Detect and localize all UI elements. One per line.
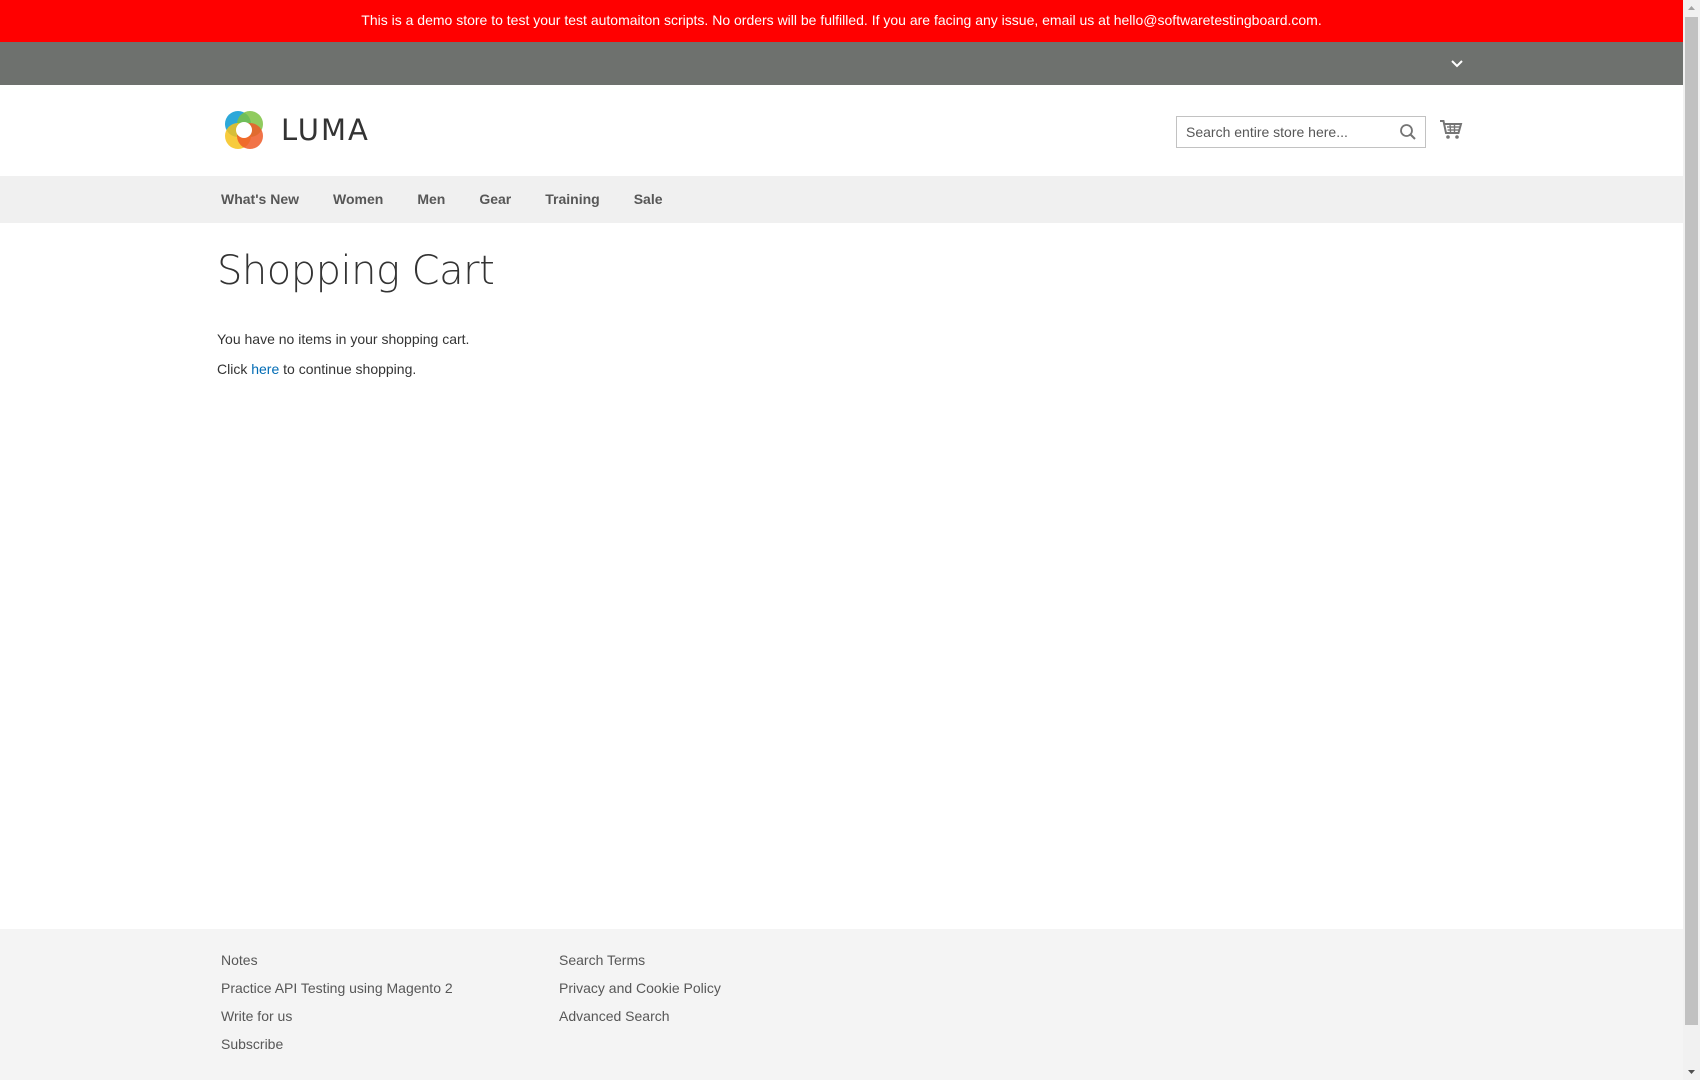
scroll-up-arrow-icon[interactable] — [1683, 0, 1700, 17]
scroll-down-arrow-icon[interactable] — [1683, 1063, 1700, 1080]
luma-logo-icon — [225, 111, 263, 149]
empty-cart-message: You have no items in your shopping cart. — [217, 331, 470, 347]
footer-links-column-1: Notes Practice API Testing using Magento… — [221, 946, 453, 1058]
site-footer: Notes Practice API Testing using Magento… — [0, 929, 1683, 1080]
site-header: LUMA — [0, 85, 1683, 176]
nav-item-whats-new[interactable]: What's New — [221, 176, 299, 223]
footer-links-column-2: Search Terms Privacy and Cookie Policy A… — [559, 946, 721, 1030]
panel-header-bar — [0, 42, 1683, 85]
chevron-down-icon[interactable] — [1448, 54, 1466, 72]
continue-shopping-link[interactable]: here — [251, 361, 279, 377]
nav-item-men[interactable]: Men — [417, 176, 445, 223]
footer-link-notes[interactable]: Notes — [221, 946, 453, 974]
demo-notice-text: This is a demo store to test your test a… — [361, 12, 1322, 28]
footer-link-privacy-policy[interactable]: Privacy and Cookie Policy — [559, 974, 721, 1002]
page-title: Shopping Cart — [217, 248, 495, 294]
logo-wordmark: LUMA — [281, 113, 370, 147]
nav-item-gear[interactable]: Gear — [479, 176, 511, 223]
main-navigation: What's New Women Men Gear Training Sale — [0, 176, 1683, 223]
footer-link-write-for-us[interactable]: Write for us — [221, 1002, 453, 1030]
scrollbar-thumb[interactable] — [1685, 17, 1698, 1025]
footer-link-search-terms[interactable]: Search Terms — [559, 946, 721, 974]
continue-shopping-message: Click here to continue shopping. — [217, 359, 1467, 379]
search-box — [1176, 116, 1426, 148]
vertical-scrollbar[interactable] — [1683, 0, 1700, 1080]
nav-item-training[interactable]: Training — [545, 176, 599, 223]
luma-logo[interactable]: LUMA — [221, 107, 370, 153]
main-content: Shopping Cart You have no items in your … — [217, 223, 1467, 379]
footer-link-subscribe[interactable]: Subscribe — [221, 1030, 453, 1058]
nav-item-women[interactable]: Women — [333, 176, 383, 223]
footer-link-advanced-search[interactable]: Advanced Search — [559, 1002, 721, 1030]
nav-item-sale[interactable]: Sale — [634, 176, 663, 223]
search-icon[interactable] — [1399, 123, 1417, 141]
footer-link-practice-api[interactable]: Practice API Testing using Magento 2 — [221, 974, 453, 1002]
cart-icon[interactable] — [1439, 117, 1463, 141]
demo-notice-banner: This is a demo store to test your test a… — [0, 0, 1683, 42]
search-input[interactable] — [1177, 117, 1397, 147]
continue-suffix: to continue shopping. — [279, 361, 417, 377]
page: This is a demo store to test your test a… — [0, 0, 1683, 1080]
continue-prefix: Click — [217, 361, 252, 377]
